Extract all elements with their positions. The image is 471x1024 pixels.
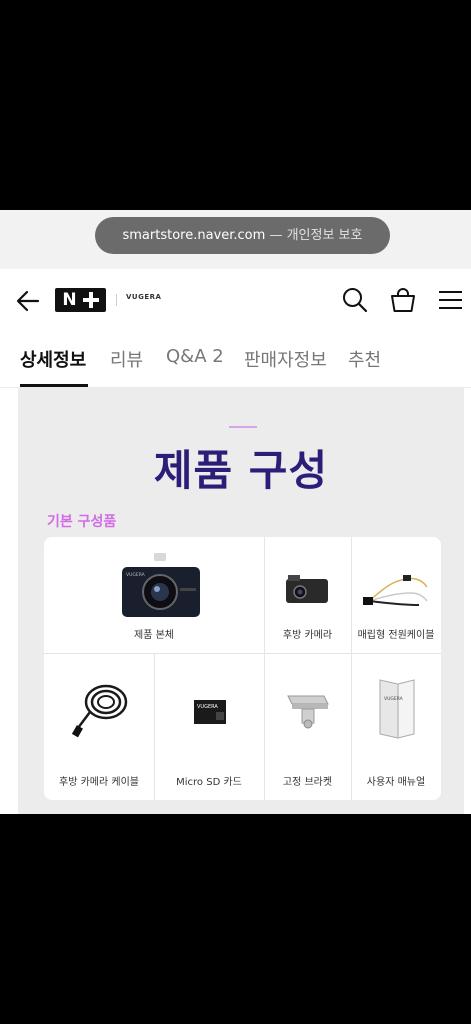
naver-plus-logo[interactable]: N	[55, 288, 106, 312]
micro-sd-card-image: VUGERA	[194, 700, 226, 724]
naver-n-glyph: N	[62, 290, 77, 310]
power-cable-image	[363, 575, 428, 606]
list-item: VUGERA 사용자 매뉴얼	[351, 654, 441, 800]
privacy-note: — 개인정보 보호	[269, 228, 363, 243]
item-label: 매립형 전원케이블	[357, 630, 435, 641]
back-arrow-icon[interactable]	[14, 287, 42, 315]
item-label: 제품 본체	[134, 630, 174, 641]
list-item: VUGERA Micro SD 카드	[154, 654, 264, 800]
tab-qna[interactable]: Q&A 2	[166, 346, 224, 367]
hamburger-menu-icon[interactable]	[436, 285, 466, 315]
brand-logo[interactable]: VUGERA	[126, 293, 161, 301]
tab-details[interactable]: 상세정보	[20, 346, 86, 372]
item-label: 후방 카메라 케이블	[59, 777, 139, 788]
user-manual-image: VUGERA	[379, 679, 415, 739]
item-label: 사용자 매뉴얼	[366, 777, 426, 788]
svg-text:VUGERA: VUGERA	[384, 696, 404, 702]
browser-screen: smartstore.naver.com — 개인정보 보호 N VUGERA …	[0, 210, 471, 814]
list-item: 고정 브라켓	[264, 654, 351, 800]
svg-text:VUGERA: VUGERA	[197, 704, 218, 710]
components-grid: VUGERA 제품 본체 후방 카메라 매립형 전원케이블 후방 카메라 케이블…	[44, 537, 441, 800]
svg-text:VUGERA: VUGERA	[126, 572, 146, 578]
url-domain: smartstore.naver.com	[122, 228, 266, 243]
rear-camera-image	[286, 575, 328, 603]
item-label: 고정 브라켓	[282, 777, 333, 788]
search-icon[interactable]	[340, 285, 370, 315]
mount-bracket-image	[287, 695, 329, 729]
plus-icon	[82, 292, 99, 308]
accent-line	[229, 426, 257, 428]
list-item: 후방 카메라 케이블	[44, 654, 154, 800]
dashcam-body-image: VUGERA	[122, 553, 200, 617]
tab-reviews[interactable]: 리뷰	[110, 346, 143, 372]
item-label: 후방 카메라	[282, 630, 333, 641]
url-pill[interactable]: smartstore.naver.com — 개인정보 보호	[95, 217, 390, 254]
logo-divider	[116, 294, 117, 306]
shopping-bag-icon[interactable]	[388, 285, 418, 315]
rear-camera-cable-image	[71, 684, 128, 738]
list-item: 매립형 전원케이블	[351, 537, 441, 653]
product-detail-content: 제품 구성 기본 구성품 VUGERA 제품 본체 후방 카메라 매립형 전원케…	[18, 387, 464, 814]
url-strip: smartstore.naver.com — 개인정보 보호	[0, 210, 471, 269]
tab-recommend[interactable]: 추천	[348, 346, 381, 372]
product-tabs: 상세정보 리뷰 Q&A 2 판매자정보 추천	[0, 331, 471, 388]
section-subtitle: 기본 구성품	[47, 514, 117, 530]
section-title: 제품 구성	[153, 446, 329, 495]
tab-seller-info[interactable]: 판매자정보	[244, 346, 327, 372]
store-header: N VUGERA	[0, 269, 471, 332]
list-item: 후방 카메라	[264, 537, 351, 653]
item-label: Micro SD 카드	[176, 777, 242, 788]
list-item: VUGERA 제품 본체	[44, 537, 264, 653]
